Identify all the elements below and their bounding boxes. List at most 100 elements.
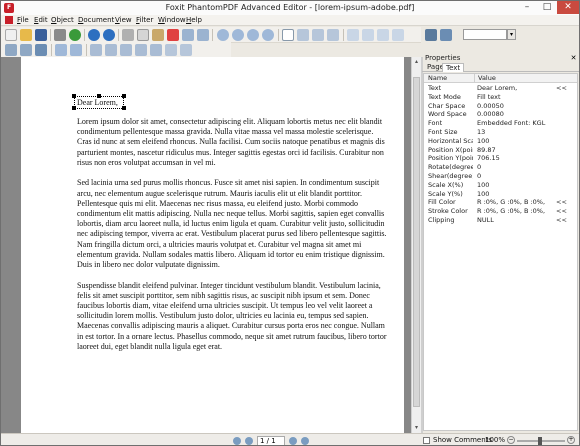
- property-value[interactable]: Fill text: [474, 93, 546, 102]
- last-page-icon[interactable]: [262, 29, 274, 41]
- edit-object-icon[interactable]: [35, 44, 47, 56]
- select-text-icon[interactable]: [20, 44, 32, 56]
- group-icon[interactable]: [120, 44, 132, 56]
- delete-icon[interactable]: [167, 29, 179, 41]
- new-document-icon[interactable]: [5, 29, 17, 41]
- property-expand-icon[interactable]: <<: [556, 216, 567, 225]
- menu-help[interactable]: Help: [186, 15, 202, 26]
- property-row[interactable]: Scale Y(%) 100: [424, 190, 577, 199]
- next-page-nav-icon[interactable]: [289, 437, 297, 445]
- zoom-slider-knob[interactable]: [538, 437, 542, 445]
- actual-size-icon[interactable]: [377, 29, 389, 41]
- property-expand-icon[interactable]: <<: [556, 198, 567, 207]
- property-value[interactable]: 706.15: [474, 154, 546, 163]
- property-row[interactable]: Horizontal Scale(%)100: [424, 137, 577, 146]
- menu-document[interactable]: Document: [78, 15, 114, 26]
- selection-handle[interactable]: [72, 106, 76, 110]
- selection-handle[interactable]: [72, 94, 76, 98]
- fit-visible-icon[interactable]: [392, 29, 404, 41]
- property-row[interactable]: Fill Color R :0%, G :0%, B :0%, A:100% <<: [424, 198, 577, 207]
- property-value[interactable]: 0.00050: [474, 102, 546, 111]
- send-to-back-icon[interactable]: [105, 44, 117, 56]
- pdf-page[interactable]: Dear Lorem, Lorem ipsum dolor sit amet, …: [21, 57, 404, 433]
- previous-page-icon[interactable]: [232, 29, 244, 41]
- menu-filter[interactable]: Filter: [136, 15, 153, 26]
- first-page-nav-icon[interactable]: [233, 437, 241, 445]
- property-value[interactable]: 0.00080: [474, 110, 546, 119]
- property-value[interactable]: Dear Lorem,: [474, 84, 546, 93]
- minimize-button[interactable]: –: [518, 1, 536, 14]
- info-icon[interactable]: [88, 29, 100, 41]
- menu-window[interactable]: Window: [158, 15, 186, 26]
- property-value[interactable]: 13: [474, 128, 546, 137]
- menu-file[interactable]: File: [17, 15, 29, 26]
- property-expand-icon[interactable]: <<: [556, 84, 567, 93]
- paragraph-3[interactable]: Suspendisse blandit eleifend pulvinar. I…: [77, 281, 389, 352]
- paste-icon[interactable]: [152, 29, 164, 41]
- next-page-icon[interactable]: [247, 29, 259, 41]
- maximize-button[interactable]: □: [538, 1, 556, 14]
- property-value[interactable]: R :0%, G :0%, B :0%, A:100%: [474, 207, 546, 216]
- property-value[interactable]: 0: [474, 163, 546, 172]
- fit-width-icon[interactable]: [362, 29, 374, 41]
- property-row[interactable]: Word Space 0.00080: [424, 110, 577, 119]
- show-comments-toggle[interactable]: Show Comments: [419, 435, 492, 445]
- app-menu-icon[interactable]: [5, 16, 13, 24]
- save-icon[interactable]: [35, 29, 47, 41]
- property-value[interactable]: 89.87: [474, 146, 546, 155]
- property-value[interactable]: 100: [474, 190, 546, 199]
- scroll-up-icon[interactable]: ▴: [412, 57, 421, 66]
- cut-icon[interactable]: [122, 29, 134, 41]
- scroll-down-icon[interactable]: ▾: [412, 423, 421, 432]
- zoom-out-button[interactable]: −: [507, 436, 515, 444]
- menu-object[interactable]: Object: [51, 15, 74, 26]
- zoom-in-button[interactable]: +: [567, 436, 575, 444]
- selection-handle[interactable]: [122, 94, 126, 98]
- salutation-text[interactable]: Dear Lorem,: [77, 98, 118, 108]
- fit-page-icon[interactable]: [347, 29, 359, 41]
- property-value[interactable]: 100: [474, 181, 546, 190]
- continuous-page-icon[interactable]: [297, 29, 309, 41]
- property-row[interactable]: Shear(degree) 0: [424, 172, 577, 181]
- property-row[interactable]: Position Y(points)706.15: [424, 154, 577, 163]
- select-object-icon[interactable]: [5, 44, 17, 56]
- property-row[interactable]: Rotate(degree) 0: [424, 163, 577, 172]
- page-number-input[interactable]: 1 / 1: [257, 436, 285, 445]
- redo-icon[interactable]: [197, 29, 209, 41]
- property-row[interactable]: Char Space 0.00050: [424, 102, 577, 111]
- add-text-icon[interactable]: [55, 44, 67, 56]
- property-value[interactable]: 0: [474, 172, 546, 181]
- scroll-thumb[interactable]: [413, 77, 420, 407]
- last-page-nav-icon[interactable]: [301, 437, 309, 445]
- open-folder-icon[interactable]: [20, 29, 32, 41]
- first-page-icon[interactable]: [217, 29, 229, 41]
- property-row[interactable]: Text Dear Lorem, <<: [424, 84, 577, 93]
- paragraph-1[interactable]: Lorem ipsum dolor sit amet, consectetur …: [77, 117, 389, 168]
- distribute-icon[interactable]: [165, 44, 177, 56]
- property-row[interactable]: Text Mode Fill text: [424, 93, 577, 102]
- continuous-facing-icon[interactable]: [327, 29, 339, 41]
- single-page-icon[interactable]: [282, 29, 294, 41]
- bring-to-front-icon[interactable]: [90, 44, 102, 56]
- facing-page-icon[interactable]: [312, 29, 324, 41]
- property-value[interactable]: R :0%, G :0%, B :0%, A:100%: [474, 198, 546, 207]
- property-row[interactable]: Stroke Color R :0%, G :0%, B :0%, A:100% <…: [424, 207, 577, 216]
- properties-close-icon[interactable]: ✕: [569, 54, 578, 63]
- add-image-icon[interactable]: [70, 44, 82, 56]
- zoom-dropdown-arrow[interactable]: ▾: [507, 29, 516, 40]
- property-value[interactable]: Embedded Font: KGLBGP+Brosio: [474, 119, 546, 128]
- property-row[interactable]: Scale X(%) 100: [424, 181, 577, 190]
- ungroup-icon[interactable]: [135, 44, 147, 56]
- menu-edit[interactable]: Edit: [34, 15, 48, 26]
- property-expand-icon[interactable]: <<: [556, 207, 567, 216]
- prev-page-nav-icon[interactable]: [245, 437, 253, 445]
- property-row[interactable]: Font Embedded Font: KGLBGP+Brosio: [424, 119, 577, 128]
- paragraph-2[interactable]: Sed lacinia urna sed purus mollis rhoncu…: [77, 178, 389, 270]
- refresh-icon[interactable]: [69, 29, 81, 41]
- tab-text[interactable]: Text: [442, 63, 465, 72]
- document-vertical-scrollbar[interactable]: ▴ ▾: [411, 57, 421, 433]
- property-row[interactable]: Font Size 13: [424, 128, 577, 137]
- property-row[interactable]: Position X(points)89.87: [424, 146, 577, 155]
- help-icon[interactable]: [103, 29, 115, 41]
- selection-handle[interactable]: [122, 106, 126, 110]
